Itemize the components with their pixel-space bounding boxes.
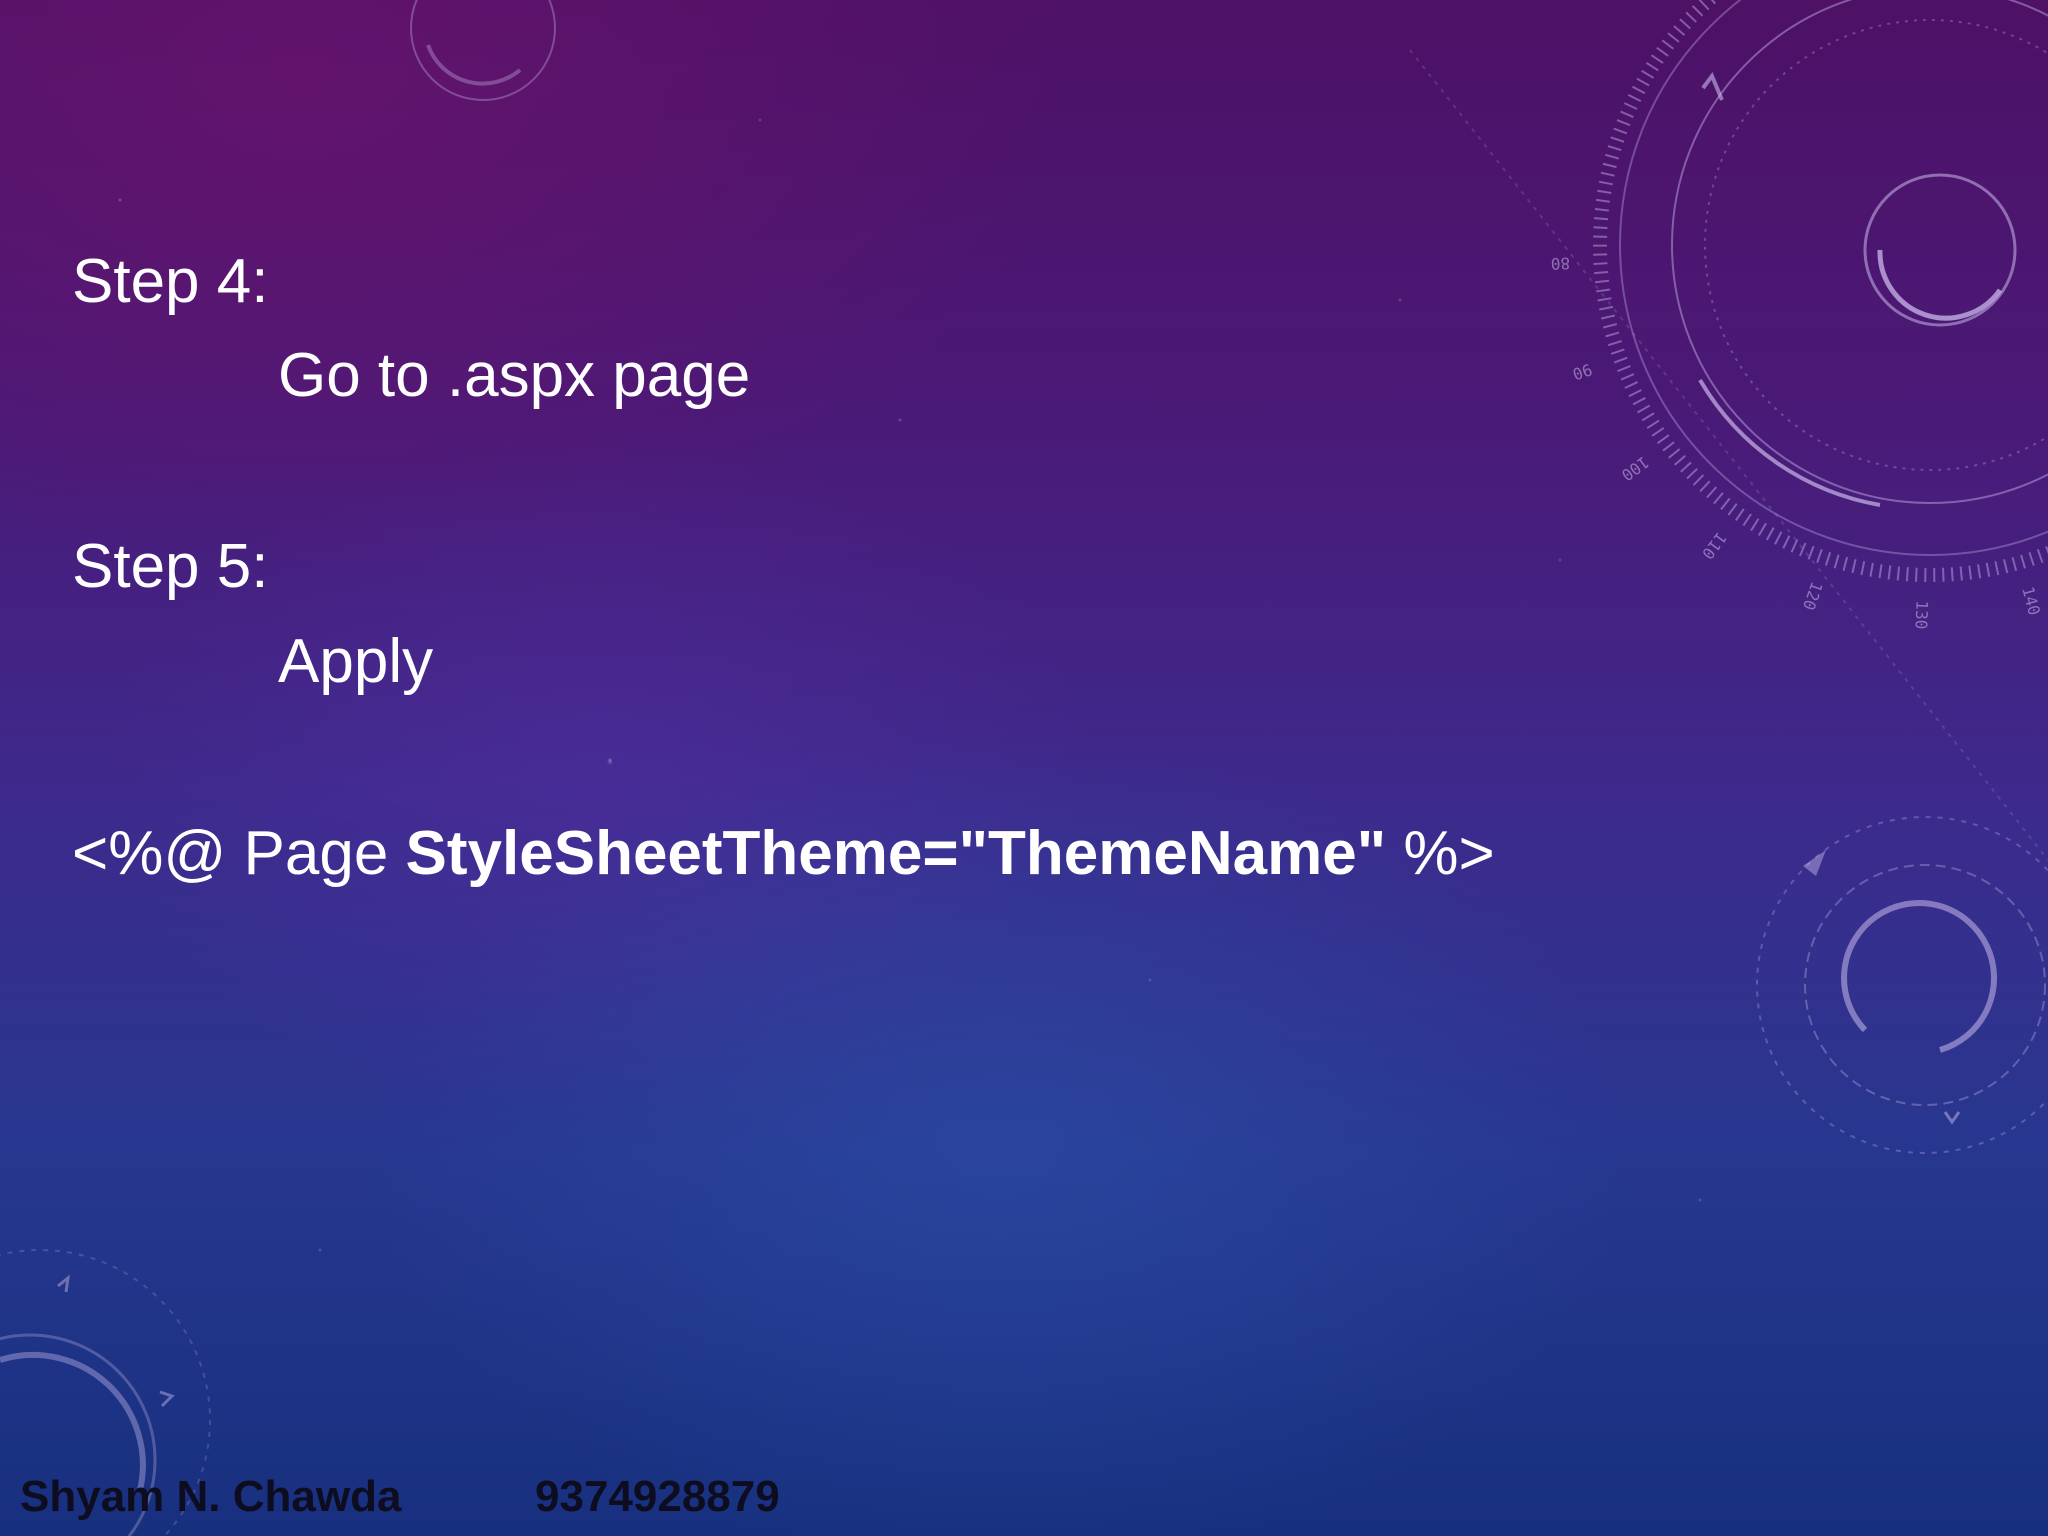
dial-scale-label: 90 [1570,360,1594,384]
code-prefix: <%@ Page [72,819,406,888]
code-suffix: %> [1386,819,1495,888]
dial-scale-label: 140 [2018,585,2044,618]
dial-scale-label: 130 [1911,600,1931,630]
dial-scale-label: 110 [1698,528,1730,563]
decorative-dials: 2001901801701601501401301201101009080 [0,0,2048,1536]
page-directive-code: <%@ Page StyleSheetTheme="ThemeName" %> [72,818,1495,889]
dial-scale-label: 80 [1550,254,1570,274]
step-4-heading: Step 4: [72,247,269,316]
footer-phone: 9374928879 [535,1472,780,1521]
step-5-detail: Apply [278,627,434,696]
dial-scale-label: 100 [1618,452,1653,484]
large-dial-icon [1409,0,2048,861]
step-4-detail: Go to .aspx page [278,341,751,410]
footer-author: Shyam N. Chawda [20,1472,402,1521]
top-ring-icon [410,0,556,101]
dial-scale-label: 120 [1799,579,1826,613]
slide: 2001901801701601501401301201101009080 St… [0,0,2048,1536]
code-attribute: StyleSheetTheme="ThemeName" [405,819,1387,888]
dial-scale-labels: 2001901801701601501401301201101009080 [1550,254,2044,630]
step-5-heading: Step 5: [72,532,269,601]
right-ring-icon [1756,816,2048,1154]
